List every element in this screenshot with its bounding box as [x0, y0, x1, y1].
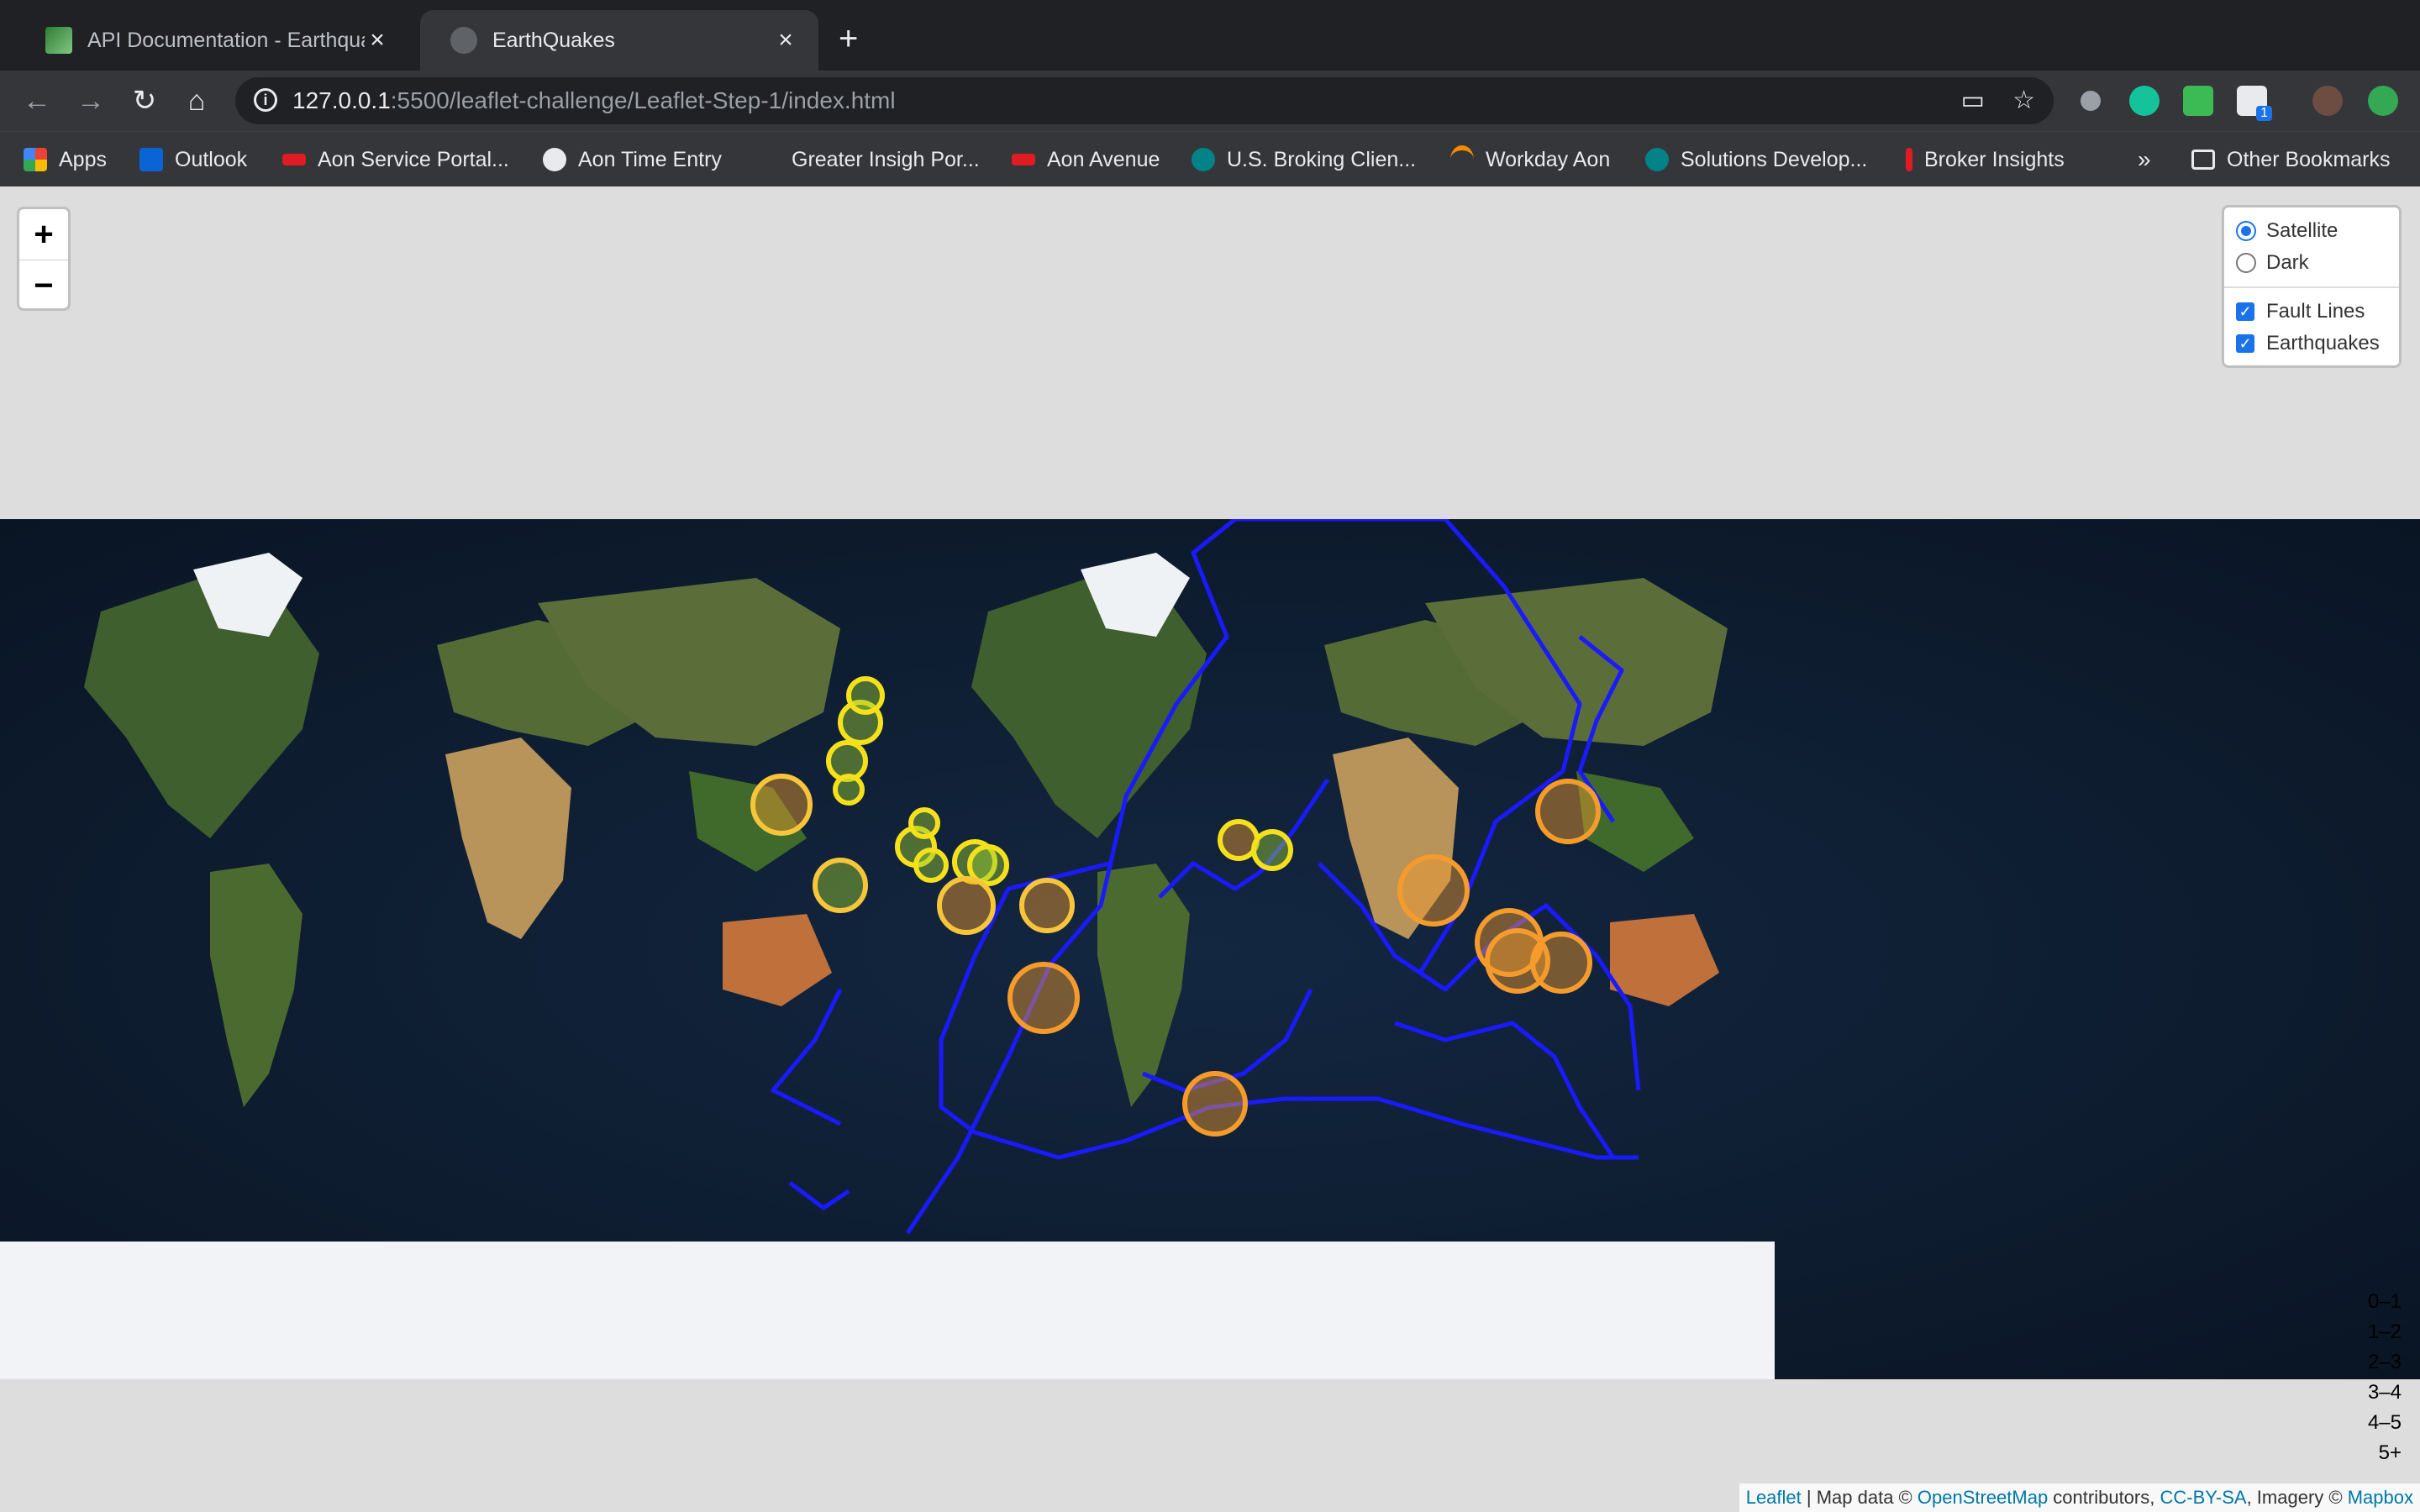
leaflet-link[interactable]: Leaflet	[1746, 1487, 1802, 1508]
grammarly-icon[interactable]	[2129, 86, 2160, 116]
browser-toolbar: ← → ↻ ⌂ i 127.0.0.1:5500/leaflet-challen…	[0, 71, 2420, 131]
checkbox[interactable]: ✓	[2236, 334, 2254, 353]
folder-icon	[2191, 150, 2215, 170]
bookmark-aon-service-portal[interactable]: Aon Service Portal...	[282, 132, 509, 187]
extension-record-icon[interactable]	[2075, 86, 2106, 116]
blank-icon	[756, 148, 780, 171]
extension-badge-icon[interactable]: 1	[2237, 86, 2272, 121]
broker-icon	[1906, 148, 1912, 171]
update-icon[interactable]	[2368, 86, 2398, 116]
sharepoint-icon	[1192, 148, 1215, 171]
earthquake-marker	[846, 676, 885, 715]
reload-icon[interactable]: ↻	[126, 82, 163, 119]
bookmarks-bar: Apps Outlook Aon Service Portal... Aon T…	[0, 131, 2420, 187]
tab-api-documentation[interactable]: API Documentation - Earthquak ×	[15, 10, 410, 71]
address-bar[interactable]: i 127.0.0.1:5500/leaflet-challenge/Leafl…	[235, 77, 2054, 124]
bookmarks-overflow-button[interactable]: »	[2138, 132, 2151, 187]
earthquake-marker	[937, 876, 996, 935]
sharepoint-icon	[1645, 148, 1669, 171]
globe-icon	[450, 27, 477, 54]
bookmark-solutions-develop[interactable]: Solutions Develop...	[1645, 132, 1867, 187]
osm-link[interactable]: OpenStreetMap	[1918, 1487, 2048, 1508]
avatar[interactable]	[2312, 86, 2343, 116]
new-tab-button[interactable]: +	[839, 22, 858, 55]
overlay-fault-lines[interactable]: ✓ Fault Lines	[2236, 300, 2365, 323]
base-layer-satellite[interactable]: Satellite	[2236, 219, 2338, 243]
globe-icon	[543, 148, 566, 171]
home-icon[interactable]: ⌂	[178, 82, 215, 119]
tab-earthquakes[interactable]: EarthQuakes ×	[420, 10, 818, 71]
close-icon[interactable]: ×	[773, 26, 798, 55]
bookmark-aon-time-entry[interactable]: Aon Time Entry	[543, 132, 722, 187]
layer-separator	[2224, 286, 2399, 288]
earthquake-marker	[1397, 854, 1470, 927]
extension-badge: 1	[2256, 106, 2272, 121]
usgs-favicon-icon	[45, 27, 72, 54]
mapbox-link[interactable]: Mapbox	[2348, 1487, 2413, 1508]
bookmark-apps[interactable]: Apps	[24, 132, 107, 187]
antarctica	[0, 1242, 887, 1379]
site-info-icon[interactable]: i	[254, 88, 277, 112]
earthquake-marker	[908, 807, 940, 839]
leaflet-map[interactable]: + − Satellite Dark ✓ Fault Lines ✓ Earth…	[0, 186, 2420, 1512]
zoom-control: + −	[17, 207, 71, 311]
bookmark-workday-aon[interactable]: Workday Aon	[1450, 132, 1610, 187]
close-icon[interactable]: ×	[365, 26, 390, 55]
earthquake-marker	[1530, 932, 1592, 994]
bookmark-outlook[interactable]: Outlook	[139, 132, 247, 187]
cast-icon[interactable]: ▭	[1961, 87, 1985, 114]
radio-button[interactable]	[2236, 253, 2256, 273]
bookmark-greater-insigh[interactable]: Greater Insigh Por...	[756, 132, 980, 187]
map-canvas[interactable]	[0, 519, 2420, 1379]
legend-item: 5+	[2378, 1441, 2402, 1464]
magnitude-legend: 0–1 1–2 2–3 3–4 4–5 5+	[2368, 1287, 2402, 1468]
zoom-in-button[interactable]: +	[19, 209, 68, 260]
overlay-earthquakes[interactable]: ✓ Earthquakes	[2236, 332, 2380, 355]
browser-chrome: API Documentation - Earthquak × EarthQua…	[0, 0, 2420, 187]
bookmark-us-broking[interactable]: U.S. Broking Clien...	[1192, 132, 1416, 187]
bookmark-broker-insights[interactable]: Broker Insights	[1906, 132, 2065, 187]
tab-strip: API Documentation - Earthquak × EarthQua…	[0, 0, 2420, 71]
aon-icon	[1012, 154, 1035, 165]
earthquake-marker	[813, 858, 868, 913]
bookmark-other[interactable]: Other Bookmarks	[2191, 132, 2391, 187]
workday-icon	[1450, 145, 1474, 174]
earthquake-marker	[913, 848, 949, 883]
base-layer-dark[interactable]: Dark	[2236, 251, 2309, 275]
forward-arrow-icon[interactable]: →	[72, 82, 109, 119]
url-text[interactable]: 127.0.0.1:5500/leaflet-challenge/Leaflet…	[292, 77, 896, 124]
ccbysa-link[interactable]: CC-BY-SA	[2160, 1487, 2246, 1508]
earthquake-marker	[833, 774, 865, 806]
legend-item: 3–4	[2367, 1381, 2402, 1404]
bookmark-aon-avenue[interactable]: Aon Avenue	[1012, 132, 1160, 187]
checkbox[interactable]: ✓	[2236, 302, 2254, 321]
map-attribution: Leaflet | Map data © OpenStreetMap contr…	[1739, 1483, 2420, 1512]
earthquake-marker	[1251, 829, 1293, 871]
satellite-tiles[interactable]	[0, 519, 2420, 1379]
legend-item: 1–2	[2367, 1320, 2402, 1343]
apps-grid-icon	[24, 148, 47, 171]
earthquake-marker	[750, 774, 813, 836]
earthquake-marker	[1182, 1071, 1248, 1137]
print-extension-icon[interactable]	[2183, 86, 2213, 116]
zoom-out-button[interactable]: −	[19, 260, 68, 311]
legend-item: 2–3	[2367, 1351, 2402, 1373]
earthquake-marker	[1019, 878, 1075, 933]
aon-icon	[282, 154, 306, 165]
layer-control: Satellite Dark ✓ Fault Lines ✓ Earthquak…	[2222, 205, 2402, 368]
outlook-icon	[139, 148, 163, 171]
legend-item: 4–5	[2367, 1411, 2402, 1434]
tab-title: EarthQuakes	[492, 28, 615, 52]
tab-title: API Documentation - Earthquak	[87, 28, 365, 52]
legend-item: 0–1	[2367, 1290, 2402, 1313]
earthquake-marker	[1535, 779, 1601, 844]
bookmark-star-icon[interactable]: ☆	[2012, 87, 2035, 114]
antarctica	[887, 1242, 1775, 1379]
back-arrow-icon[interactable]: ←	[18, 82, 55, 119]
earthquake-marker	[1007, 962, 1080, 1034]
radio-button[interactable]	[2236, 221, 2256, 241]
